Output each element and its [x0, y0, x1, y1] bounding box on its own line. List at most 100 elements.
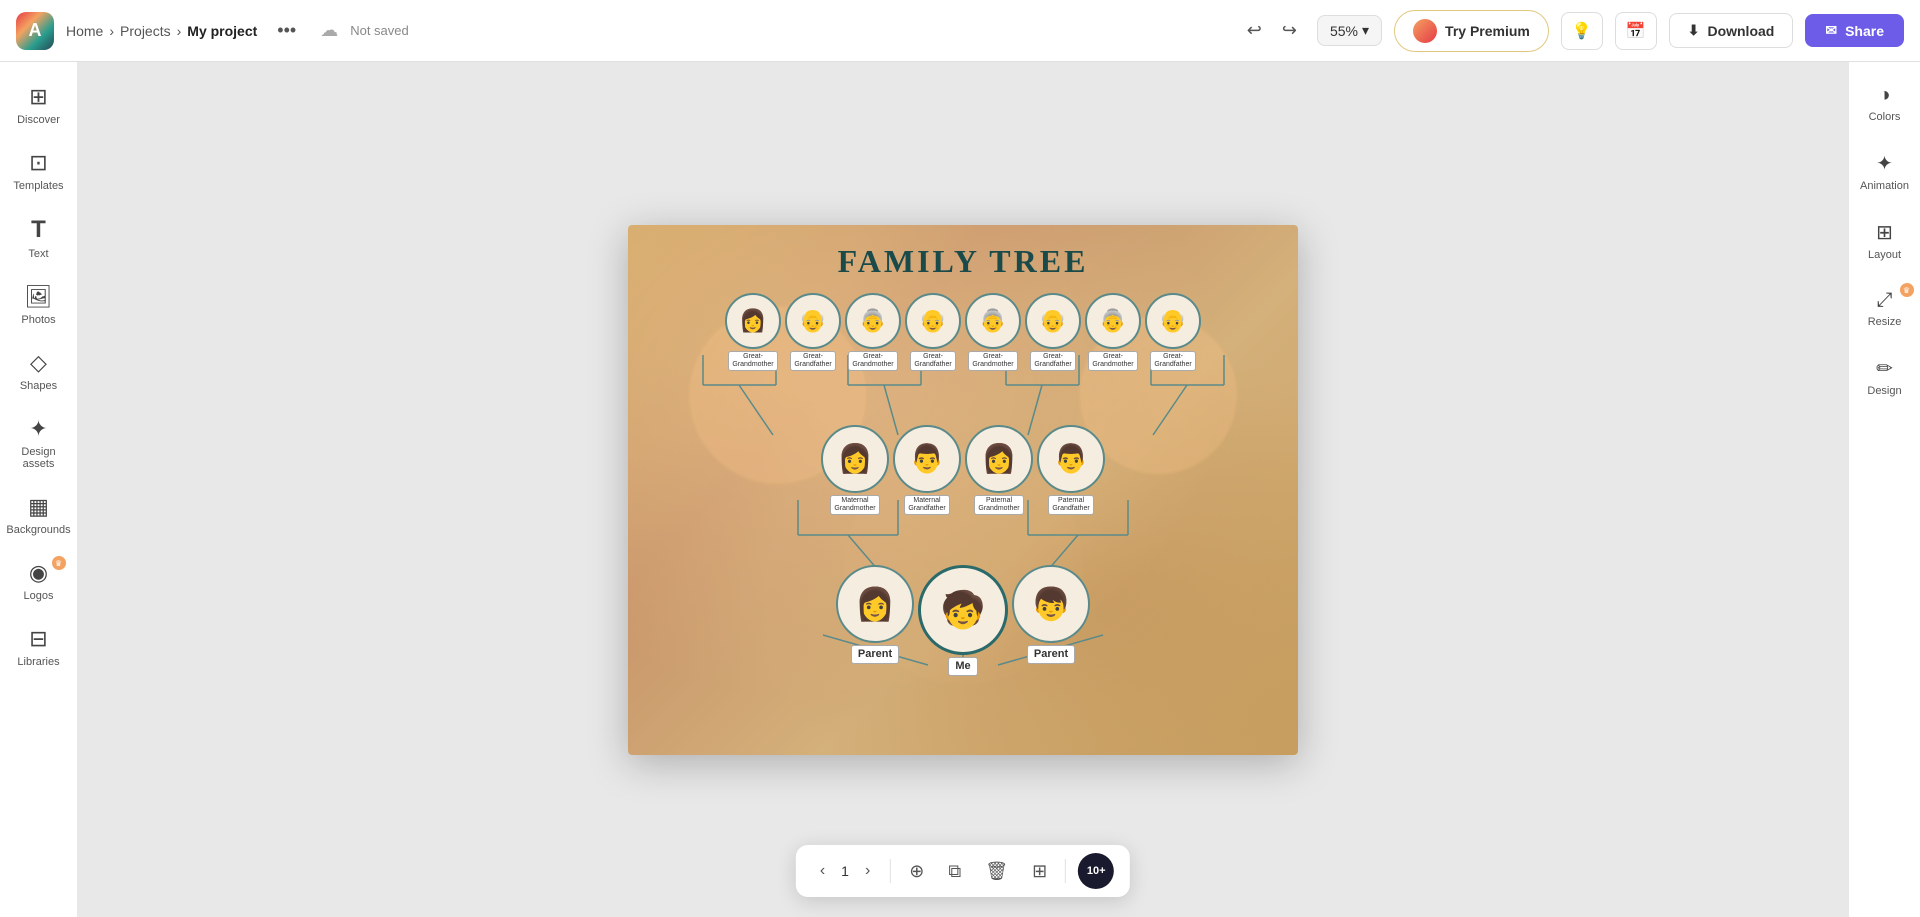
person-gg4-circle: 👴: [905, 293, 961, 349]
person-gg2[interactable]: 👴 Great-Grandfather: [785, 293, 841, 372]
sidebar-item-photos[interactable]: 🖼 Photos: [4, 274, 74, 336]
person-gg7[interactable]: 👵 Great-Grandmother: [1085, 293, 1141, 372]
redo-button[interactable]: ↪: [1274, 14, 1305, 47]
me-circle: 🧒: [918, 565, 1008, 655]
person-parent2[interactable]: 👦 Parent: [1012, 565, 1090, 664]
share-button[interactable]: ✉ Share: [1805, 14, 1904, 47]
zoom-value: 55%: [1330, 23, 1358, 39]
person-gg8[interactable]: 👴 Great-Grandfather: [1145, 293, 1201, 372]
sidebar-item-design-assets[interactable]: ✦ Design assets: [4, 406, 74, 480]
parent1-circle: 👩: [836, 565, 914, 643]
person-me[interactable]: 🧒 Me: [918, 565, 1008, 676]
maternal-grandfather-circle: 👨: [893, 425, 961, 493]
person-gg6-label: Great-Grandfather: [1030, 351, 1075, 372]
cloud-icon: ☁: [320, 20, 338, 41]
person-gg1-label: Great-Grandmother: [728, 351, 777, 372]
share-label: Share: [1845, 23, 1884, 39]
undo-button[interactable]: ↩: [1239, 14, 1270, 47]
sidebar-item-backgrounds[interactable]: ▦ Backgrounds: [4, 484, 74, 546]
person-maternal-grandfather[interactable]: 👨 MaternalGrandfather: [893, 425, 961, 516]
zoom-button[interactable]: 55% ▾: [1317, 15, 1382, 46]
breadcrumb-sep1: ›: [109, 23, 114, 39]
premium-label: Try Premium: [1445, 23, 1530, 39]
paternal-grandfather-label: PaternalGrandfather: [1048, 495, 1093, 516]
sidebar-item-libraries[interactable]: ⊟ Libraries: [4, 616, 74, 678]
canvas-area[interactable]: FAMILY TREE 👩 Great-Grandmother 👴 Great-…: [78, 62, 1848, 917]
calendar-button[interactable]: 📅: [1615, 12, 1657, 50]
share-icon: ✉: [1825, 22, 1837, 39]
person-gg5[interactable]: 👵 Great-Grandmother: [965, 293, 1021, 372]
person-gg3-circle: 👵: [845, 293, 901, 349]
delete-page-button[interactable]: 🗑: [979, 855, 1014, 888]
person-gg3-label: Great-Grandmother: [848, 351, 897, 372]
lightbulb-button[interactable]: 💡: [1561, 12, 1603, 50]
add-page-button[interactable]: ⊕: [903, 855, 930, 888]
parents-me-row: 👩 Parent 🧒 Me 👦 Parent: [713, 565, 1213, 676]
sidebar-item-templates[interactable]: ⊡ Templates: [4, 140, 74, 202]
page-navigation: ‹ 1 ›: [812, 858, 878, 884]
sidebar-item-discover[interactable]: ⊞ Discover: [4, 74, 74, 136]
app-logo[interactable]: A: [16, 12, 54, 50]
sidebar-label-text: Text: [28, 248, 48, 260]
person-gg1[interactable]: 👩 Great-Grandmother: [725, 293, 781, 372]
premium-icon: [1413, 19, 1437, 43]
right-label-layout: Layout: [1868, 249, 1901, 261]
person-gg7-label: Great-Grandmother: [1088, 351, 1137, 372]
sidebar-label-logos: Logos: [24, 590, 54, 602]
right-item-colors[interactable]: ◑ Colors: [1852, 74, 1918, 133]
text-icon: T: [31, 216, 46, 244]
templates-icon: ⊡: [29, 150, 47, 176]
person-gg2-label: Great-Grandfather: [790, 351, 835, 372]
libraries-icon: ⊟: [29, 626, 47, 652]
sidebar-label-backgrounds: Backgrounds: [6, 524, 70, 536]
person-gg8-label: Great-Grandfather: [1150, 351, 1195, 372]
right-item-animation[interactable]: ✦ Animation: [1852, 141, 1918, 202]
next-page-button[interactable]: ›: [857, 858, 878, 884]
right-sidebar: ◑ Colors ✦ Animation ⊞ Layout ⤢ ♛ Resize…: [1848, 62, 1920, 917]
person-paternal-grandmother[interactable]: 👩 PaternalGrandmother: [965, 425, 1033, 516]
me-label: Me: [948, 657, 977, 676]
discover-icon: ⊞: [29, 84, 47, 110]
resize-crown-badge: ♛: [1900, 283, 1914, 297]
bottom-toolbar: ‹ 1 › ⊕ ⧉ 🗑 ⊞ 10+: [796, 845, 1130, 897]
sidebar-label-design-assets: Design assets: [10, 446, 68, 470]
sidebar-label-libraries: Libraries: [17, 656, 59, 668]
prev-page-button[interactable]: ‹: [812, 858, 833, 884]
person-gg4[interactable]: 👴 Great-Grandfather: [905, 293, 961, 372]
download-button[interactable]: ⬇ Download: [1669, 13, 1794, 48]
more-button[interactable]: •••: [269, 16, 304, 45]
right-item-layout[interactable]: ⊞ Layout: [1852, 210, 1918, 271]
person-parent1[interactable]: 👩 Parent: [836, 565, 914, 664]
parent2-circle: 👦: [1012, 565, 1090, 643]
person-paternal-grandfather[interactable]: 👨 PaternalGrandfather: [1037, 425, 1105, 516]
person-gg3[interactable]: 👵 Great-Grandmother: [845, 293, 901, 372]
family-tree-canvas[interactable]: FAMILY TREE 👩 Great-Grandmother 👴 Great-…: [628, 225, 1298, 755]
try-premium-button[interactable]: Try Premium: [1394, 10, 1549, 52]
grid-view-button[interactable]: ⊞: [1026, 855, 1053, 888]
logos-crown-badge: ♛: [52, 556, 66, 570]
sidebar-item-logos[interactable]: ◉ ♛ Logos: [4, 550, 74, 612]
download-label: Download: [1707, 23, 1774, 39]
toolbar-separator-2: [1065, 859, 1066, 883]
page-number: 1: [841, 863, 849, 879]
more-pages-counter[interactable]: 10+: [1078, 853, 1114, 889]
person-maternal-grandmother[interactable]: 👩 MaternalGrandmother: [821, 425, 889, 516]
right-item-resize[interactable]: ⤢ ♛ Resize: [1852, 279, 1918, 338]
main-area: ⊞ Discover ⊡ Templates T Text 🖼 Photos ◇…: [0, 62, 1920, 917]
person-gg6[interactable]: 👴 Great-Grandfather: [1025, 293, 1081, 372]
paternal-grandmother-circle: 👩: [965, 425, 1033, 493]
sidebar-item-shapes[interactable]: ◇ Shapes: [4, 340, 74, 402]
sidebar-item-text[interactable]: T Text: [4, 206, 74, 270]
person-gg1-circle: 👩: [725, 293, 781, 349]
person-gg7-circle: 👵: [1085, 293, 1141, 349]
layout-icon: ⊞: [1876, 220, 1893, 245]
zoom-chevron-icon: ▾: [1362, 22, 1369, 39]
right-item-design[interactable]: ✏ Design: [1852, 346, 1918, 407]
breadcrumb-projects[interactable]: Projects: [120, 23, 171, 39]
breadcrumb: Home › Projects › My project: [66, 23, 257, 39]
backgrounds-icon: ▦: [28, 494, 49, 520]
breadcrumb-home[interactable]: Home: [66, 23, 103, 39]
maternal-grandmother-circle: 👩: [821, 425, 889, 493]
parent2-label: Parent: [1027, 645, 1075, 664]
copy-page-button[interactable]: ⧉: [942, 855, 967, 888]
